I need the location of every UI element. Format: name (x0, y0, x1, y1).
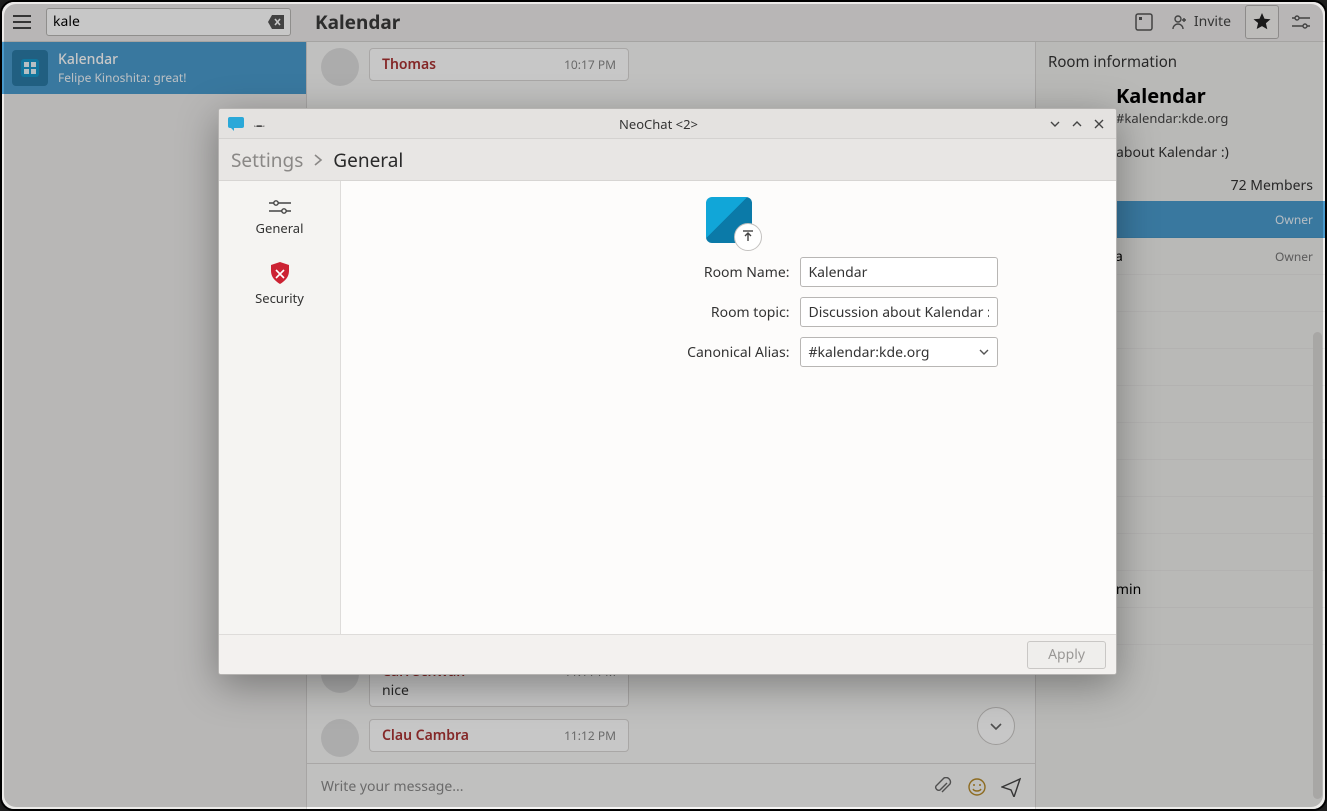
message-text: nice (382, 681, 616, 700)
upload-avatar-button[interactable] (734, 223, 762, 251)
message-row: Clau Cambra 11:12 PM (307, 713, 1035, 763)
room-title: Kalendar (315, 9, 400, 35)
minimize-icon[interactable] (1044, 113, 1066, 135)
breadcrumb-current: General (333, 147, 403, 173)
message-time: 10:17 PM (564, 56, 616, 73)
breadcrumb-root[interactable]: Settings (231, 147, 303, 173)
tab-security[interactable]: Security (219, 251, 340, 321)
room-details-icon[interactable] (1126, 4, 1162, 40)
sliders-icon (269, 199, 291, 215)
invite-button[interactable]: Invite (1162, 5, 1241, 39)
close-icon[interactable] (1088, 113, 1110, 135)
apply-button[interactable]: Apply (1027, 641, 1106, 669)
canonical-alias-label: Canonical Alias: (460, 343, 790, 362)
room-name-input[interactable] (800, 257, 998, 287)
member-role: Owner (1275, 211, 1313, 228)
room-name: Kalendar (58, 50, 186, 69)
user-avatar (321, 719, 359, 757)
settings-icon[interactable] (1283, 4, 1319, 40)
emoji-icon[interactable] (967, 777, 987, 797)
search-input[interactable]: kale (53, 12, 80, 31)
tab-general-label: General (256, 219, 304, 237)
user-avatar (321, 48, 359, 86)
attach-icon[interactable] (933, 777, 953, 797)
favorite-button[interactable] (1245, 5, 1279, 39)
member-scrollbar[interactable] (1313, 332, 1322, 799)
tab-security-label: Security (255, 289, 304, 307)
chevron-down-icon (979, 347, 989, 357)
send-icon[interactable] (1001, 777, 1021, 797)
search-input-wrapper[interactable]: kale (46, 8, 291, 36)
tab-general[interactable]: General (219, 189, 340, 251)
room-topic-input[interactable] (800, 297, 998, 327)
canonical-alias-value: #kalendar:kde.org (809, 343, 930, 362)
room-name-label: Room Name: (460, 263, 790, 282)
info-room-name: Kalendar (1116, 82, 1313, 109)
info-room-alias: #kalendar:kde.org (1116, 109, 1313, 127)
message-time: 11:12 PM (564, 727, 616, 744)
message-author: Clau Cambra (382, 726, 469, 745)
pin-icon[interactable] (249, 113, 271, 135)
room-info-header: Room information (1036, 42, 1325, 82)
scroll-to-bottom-button[interactable] (977, 707, 1015, 745)
invite-label: Invite (1194, 12, 1231, 31)
member-role: Owner (1275, 248, 1313, 265)
chevron-right-icon (313, 153, 323, 167)
message-row: Thomas 10:17 PM (307, 42, 1035, 92)
room-preview: Felipe Kinoshita: great! (58, 69, 186, 86)
message-author: Thomas (382, 55, 436, 74)
dialog-window-title: NeoChat <2> (273, 115, 1044, 133)
room-topic-label: Room topic: (460, 303, 790, 322)
room-avatar-icon (12, 50, 48, 86)
breadcrumb: Settings General (219, 139, 1116, 181)
message-input[interactable]: Write your message... (321, 777, 919, 796)
invite-icon (1172, 14, 1188, 30)
maximize-icon[interactable] (1066, 113, 1088, 135)
hamburger-menu[interactable] (2, 2, 42, 42)
room-list-item[interactable]: Kalendar Felipe Kinoshita: great! (2, 42, 306, 94)
app-icon (225, 113, 247, 135)
canonical-alias-select[interactable]: #kalendar:kde.org (800, 337, 998, 367)
shield-icon (270, 261, 290, 285)
clear-search-icon[interactable] (268, 15, 284, 29)
